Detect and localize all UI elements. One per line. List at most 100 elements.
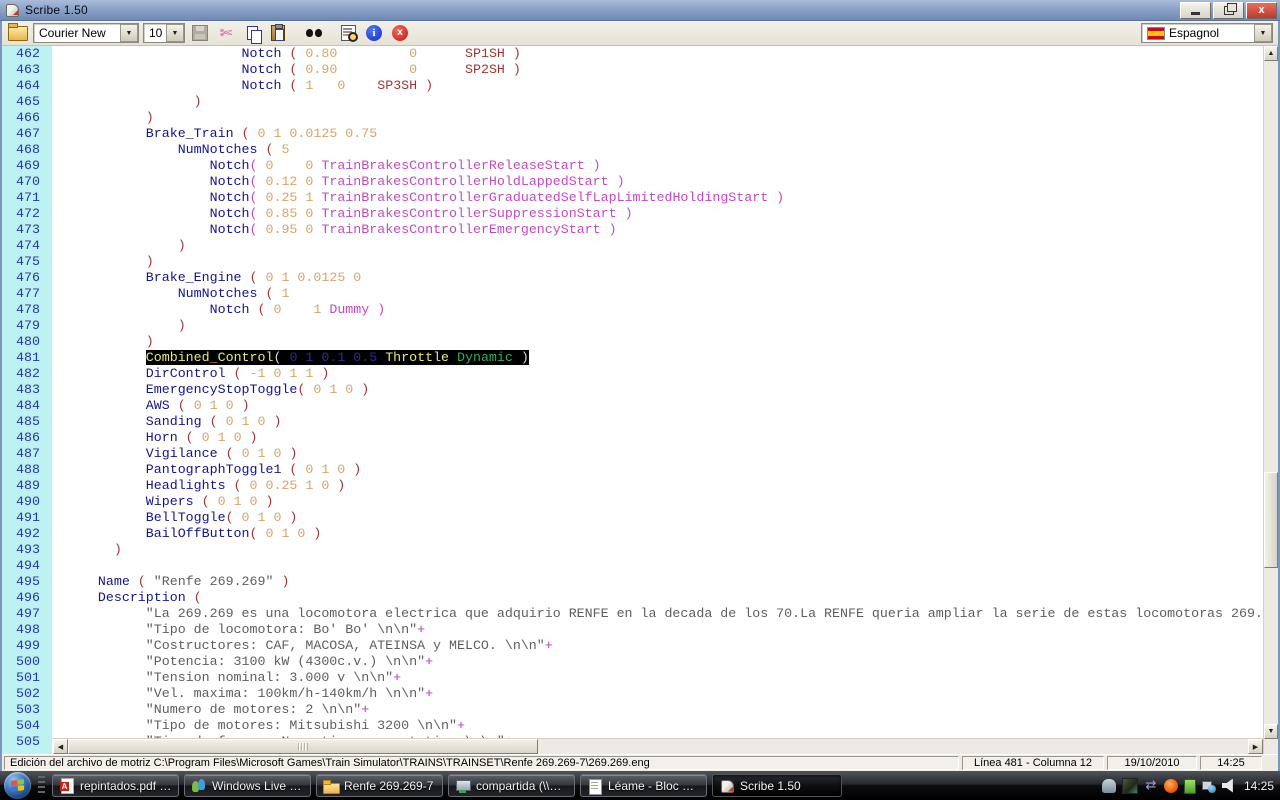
open-file-button[interactable] xyxy=(7,23,29,43)
code-line: "Potencia: 3100 kW (4300c.v.) \n\n"+ xyxy=(58,654,1263,670)
vertical-scroll-track[interactable] xyxy=(1264,61,1278,724)
code-area[interactable]: Notch ( 0.80 0 SP1SH ) Notch ( 0.90 0 SP… xyxy=(53,46,1263,738)
start-button[interactable] xyxy=(4,772,31,799)
taskbar-button-scribe[interactable]: Scribe 1.50 xyxy=(712,774,842,797)
minimize-button[interactable] xyxy=(1180,2,1211,19)
code-line: EmergencyStopToggle( 0 1 0 ) xyxy=(58,382,1263,398)
tray-icons: ⇄ xyxy=(1102,778,1236,794)
chevron-down-icon[interactable]: ▼ xyxy=(1254,24,1272,42)
chevron-down-icon[interactable]: ▼ xyxy=(166,24,184,42)
scroll-down-arrow[interactable]: ▼ xyxy=(1264,724,1278,739)
taskbar-button-pdf[interactable]: repintados.pdf - Ad... xyxy=(52,774,179,797)
line-number: 488 xyxy=(16,462,52,478)
code-line: "Costructores: CAF, MACOSA, ATEINSA y ME… xyxy=(58,638,1263,654)
sync-icon[interactable]: ⇄ xyxy=(1144,779,1158,793)
scissors-icon: ✄ xyxy=(220,26,233,41)
line-number: 480 xyxy=(16,334,52,350)
code-line: Combined_Control( 0 1 0.1 0.5 Throttle D… xyxy=(58,350,1263,366)
code-line: Notch ( 1 0 SP3SH ) xyxy=(58,78,1263,94)
language-select[interactable]: Espagnol ▼ xyxy=(1141,23,1273,43)
line-number: 473 xyxy=(16,222,52,238)
scribe-app-icon xyxy=(5,3,21,17)
folder-icon xyxy=(323,778,339,794)
line-number: 472 xyxy=(16,206,52,222)
code-line: ) xyxy=(58,94,1263,110)
line-number: 469 xyxy=(16,158,52,174)
code-line: "La 269.269 es una locomotora electrica … xyxy=(58,606,1263,622)
toolbar: Courier New ▼ 10 ▼ ✄ i x Espagnol ▼ xyxy=(2,21,1278,46)
battery-icon[interactable] xyxy=(1184,779,1196,794)
editor-main: 4624634644654664674684694704714724734744… xyxy=(2,46,1278,754)
find-button[interactable] xyxy=(303,23,325,43)
line-number: 478 xyxy=(16,302,52,318)
exit-button[interactable]: x xyxy=(389,23,411,43)
cut-button[interactable]: ✄ xyxy=(215,23,237,43)
code-line: "Numero de motores: 2 \n\n"+ xyxy=(58,702,1263,718)
scroll-up-arrow[interactable]: ▲ xyxy=(1264,46,1278,61)
system-tray: ⇄ 14:25 xyxy=(1102,778,1274,794)
network-icon[interactable] xyxy=(1202,779,1216,793)
paste-button[interactable] xyxy=(267,23,289,43)
taskbar-grip[interactable] xyxy=(38,776,45,796)
volume-icon[interactable] xyxy=(1222,779,1236,793)
taskbar-button-folder[interactable]: Renfe 269.269-7 xyxy=(316,774,443,797)
taskbar-button-label: Renfe 269.269-7 xyxy=(344,779,433,793)
code-line: ) xyxy=(58,110,1263,126)
title-bar[interactable]: Scribe 1.50 x xyxy=(0,0,1280,21)
scroll-grip xyxy=(298,743,308,751)
line-number: 495 xyxy=(16,574,52,590)
exit-x-icon: x xyxy=(392,25,408,41)
vertical-scroll-thumb[interactable] xyxy=(1264,472,1278,568)
window-title: Scribe 1.50 xyxy=(25,3,88,17)
code-line: Wipers ( 0 1 0 ) xyxy=(58,494,1263,510)
window-controls: x xyxy=(1180,2,1277,19)
code-line: DirControl ( -1 0 1 1 ) xyxy=(58,366,1263,382)
scroll-left-arrow[interactable]: ◀ xyxy=(53,739,68,754)
line-number: 503 xyxy=(16,702,52,718)
taskbar-button-notepad[interactable]: Léame - Bloc de not... xyxy=(580,774,707,797)
taskbar-button-network-folder[interactable]: compartida (\\olatz)... xyxy=(448,774,575,797)
code-line: Notch( 0.85 0 TrainBrakesControllerSuppr… xyxy=(58,206,1263,222)
font-family-select[interactable]: Courier New ▼ xyxy=(33,23,139,43)
taskbar-button-messenger[interactable]: Windows Live Mess... xyxy=(184,774,311,797)
code-line: "Tipo de locomotora: Bo' Bo' \n\n"+ xyxy=(58,622,1263,638)
line-number: 464 xyxy=(16,78,52,94)
vertical-scrollbar[interactable]: ▲ ▼ xyxy=(1263,46,1278,754)
code-line: ) xyxy=(58,542,1263,558)
info-button[interactable]: i xyxy=(363,23,385,43)
line-number: 498 xyxy=(16,622,52,638)
chevron-down-icon[interactable]: ▼ xyxy=(120,24,138,42)
line-number: 491 xyxy=(16,510,52,526)
messenger-status-icon[interactable] xyxy=(1102,779,1116,793)
horizontal-scroll-thumb[interactable] xyxy=(68,739,538,754)
line-number: 466 xyxy=(16,110,52,126)
horizontal-scrollbar[interactable]: ◀ ▶ xyxy=(53,738,1263,754)
font-size-select[interactable]: 10 ▼ xyxy=(143,23,185,43)
line-number: 477 xyxy=(16,286,52,302)
horizontal-scroll-track[interactable] xyxy=(538,739,1248,754)
network-folder-icon xyxy=(455,778,471,794)
taskbar-button-label: compartida (\\olatz)... xyxy=(476,779,568,793)
download-icon[interactable] xyxy=(1164,779,1178,793)
taskbar-button-label: Windows Live Mess... xyxy=(212,779,304,793)
font-family-value: Courier New xyxy=(39,26,106,40)
save-button[interactable] xyxy=(189,23,211,43)
scroll-right-arrow[interactable]: ▶ xyxy=(1248,739,1263,754)
font-size-value: 10 xyxy=(149,26,162,40)
close-button[interactable]: x xyxy=(1246,2,1277,19)
spain-flag-icon xyxy=(1147,27,1165,40)
copy-button[interactable] xyxy=(241,23,263,43)
restore-button[interactable] xyxy=(1213,2,1244,19)
minimize-icon xyxy=(1191,12,1200,15)
restore-icon xyxy=(1224,6,1234,15)
close-icon: x xyxy=(1258,4,1264,17)
line-number: 499 xyxy=(16,638,52,654)
print-preview-button[interactable] xyxy=(337,23,359,43)
clipboard-icon xyxy=(271,25,285,41)
media-icon[interactable] xyxy=(1122,778,1138,794)
code-line: BailOffButton( 0 1 0 ) xyxy=(58,526,1263,542)
line-number: 471 xyxy=(16,190,52,206)
taskbar-button-label: Scribe 1.50 xyxy=(740,779,801,793)
line-number: 501 xyxy=(16,670,52,686)
code-line: NumNotches ( 1 xyxy=(58,286,1263,302)
